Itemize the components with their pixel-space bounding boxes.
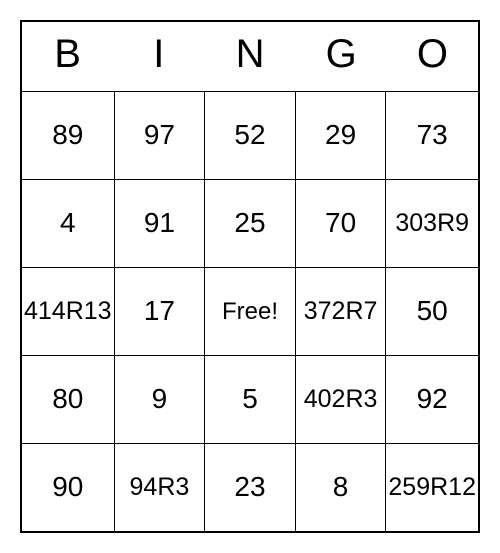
bingo-cell[interactable]: 89 — [22, 91, 115, 179]
bingo-cell[interactable]: 4 — [22, 179, 115, 267]
header-g: G — [296, 22, 387, 91]
bingo-cell[interactable]: 23 — [205, 443, 296, 531]
bingo-grid: 89975229734912570303R9414R1317Free!372R7… — [22, 91, 478, 531]
bingo-cell[interactable]: 91 — [115, 179, 206, 267]
bingo-cell[interactable]: 17 — [115, 267, 206, 355]
bingo-card: B I N G O 89975229734912570303R9414R1317… — [20, 20, 480, 533]
bingo-cell[interactable]: 402R3 — [296, 355, 387, 443]
bingo-cell[interactable]: 259R12 — [386, 443, 478, 531]
bingo-cell[interactable]: 94R3 — [115, 443, 206, 531]
bingo-cell[interactable]: 52 — [205, 91, 296, 179]
bingo-cell[interactable]: 70 — [296, 179, 387, 267]
bingo-cell[interactable]: 303R9 — [386, 179, 478, 267]
bingo-free-cell[interactable]: Free! — [205, 267, 296, 355]
header-o: O — [387, 22, 478, 91]
bingo-cell[interactable]: 5 — [205, 355, 296, 443]
bingo-cell[interactable]: 29 — [296, 91, 387, 179]
bingo-cell[interactable]: 92 — [386, 355, 478, 443]
bingo-cell[interactable]: 372R7 — [296, 267, 387, 355]
bingo-cell[interactable]: 97 — [115, 91, 206, 179]
bingo-cell[interactable]: 80 — [22, 355, 115, 443]
bingo-cell[interactable]: 9 — [115, 355, 206, 443]
header-n: N — [204, 22, 295, 91]
bingo-cell[interactable]: 50 — [386, 267, 478, 355]
header-b: B — [22, 22, 113, 91]
bingo-cell[interactable]: 414R13 — [22, 267, 115, 355]
bingo-header-row: B I N G O — [22, 22, 478, 91]
bingo-cell[interactable]: 73 — [386, 91, 478, 179]
bingo-cell[interactable]: 90 — [22, 443, 115, 531]
bingo-cell[interactable]: 25 — [205, 179, 296, 267]
bingo-cell[interactable]: 8 — [296, 443, 387, 531]
header-i: I — [113, 22, 204, 91]
